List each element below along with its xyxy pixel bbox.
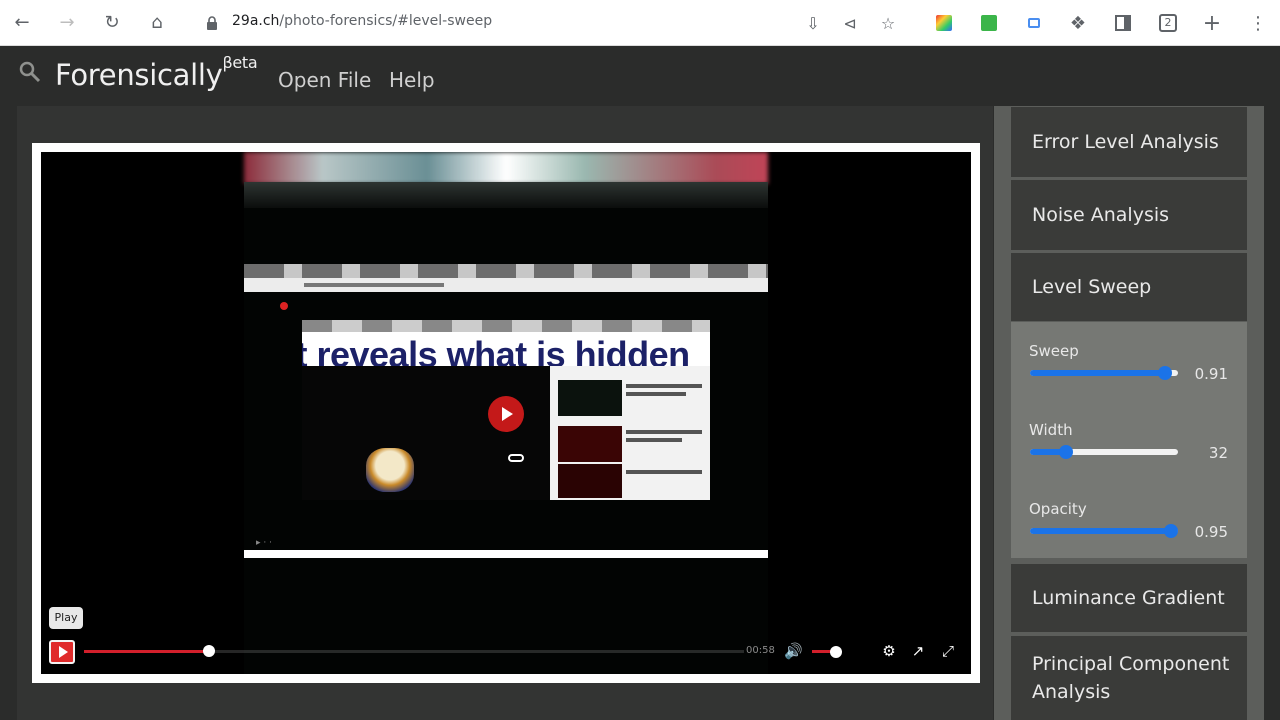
star-icon[interactable]: ☆ — [876, 11, 900, 35]
image-canvas[interactable]: nt reveals what is hidden ▸ · · — [41, 152, 971, 674]
sweep-slider[interactable] — [1030, 366, 1178, 380]
image-blob — [366, 448, 414, 492]
new-tab-icon[interactable]: + — [1200, 11, 1224, 36]
image-line — [626, 470, 702, 474]
url-path: /photo-forensics/#level-sweep — [279, 13, 493, 29]
back-icon[interactable]: ← — [10, 11, 34, 35]
lock-icon — [207, 16, 217, 30]
tab-count: 2 — [1159, 14, 1177, 32]
beta-label: βeta — [222, 53, 258, 73]
popout-icon[interactable]: ↗ — [908, 641, 928, 661]
tool-noise-analysis[interactable]: Noise Analysis — [1011, 180, 1247, 250]
tool-principal-component-analysis[interactable]: Principal Component Analysis — [1011, 636, 1247, 720]
extensions-puzzle-icon[interactable]: ❖ — [1066, 11, 1090, 35]
reload-icon[interactable]: ↻ — [100, 11, 124, 35]
sweep-value: 0.91 — [1194, 365, 1228, 383]
browser-toolbar: ← → ↻ ⌂ 29a.ch/photo-forensics/#level-sw… — [0, 0, 1280, 46]
play-tooltip: Play — [49, 607, 83, 629]
settings-gear-icon[interactable]: ⚙ — [879, 641, 899, 661]
image-white-bar — [244, 550, 768, 558]
sweep-label: Sweep — [1029, 342, 1079, 360]
width-label: Width — [1029, 421, 1073, 439]
image-line — [626, 384, 702, 388]
search-icon — [19, 61, 41, 83]
image-inner-tabs — [302, 320, 710, 332]
opacity-label: Opacity — [1029, 500, 1087, 518]
image-blur-band — [244, 152, 768, 184]
opacity-slider[interactable] — [1030, 524, 1178, 538]
side-panel-icon[interactable] — [1111, 11, 1135, 35]
time-display: 00:58 — [746, 645, 775, 656]
extension-green-icon[interactable] — [977, 11, 1001, 35]
tool-luminance-gradient[interactable]: Luminance Gradient — [1011, 564, 1247, 632]
exit-fullscreen-icon[interactable]: ⤢ — [938, 641, 958, 661]
image-url-bar — [244, 278, 768, 292]
progress-fill — [84, 650, 210, 653]
image-thumb — [558, 426, 622, 462]
opacity-slider-fill — [1030, 528, 1171, 534]
image-line — [626, 392, 686, 396]
play-button[interactable] — [49, 640, 75, 664]
image-inner-window: nt reveals what is hidden — [302, 320, 710, 500]
tool-level-sweep[interactable]: Level Sweep — [1011, 253, 1247, 321]
image-sidebar — [550, 366, 710, 500]
opacity-value: 0.95 — [1194, 523, 1228, 541]
home-icon[interactable]: ⌂ — [145, 11, 169, 35]
analyzed-image: nt reveals what is hidden ▸ · · — [244, 152, 768, 674]
image-play-icon — [488, 396, 524, 432]
url-domain: 29a.ch — [232, 13, 280, 29]
open-file-link[interactable]: Open File — [278, 68, 371, 92]
image-line — [626, 438, 682, 442]
progress-bar[interactable] — [84, 645, 744, 657]
tab-count-icon[interactable]: 2 — [1156, 11, 1180, 35]
sweep-slider-knob[interactable] — [1157, 366, 1172, 380]
menu-dots-icon[interactable]: ⋮ — [1246, 11, 1270, 35]
image-pill-icon — [508, 454, 524, 462]
width-slider-knob[interactable] — [1058, 445, 1073, 459]
app-title: Forensicallyβeta — [55, 53, 258, 92]
app-title-text: Forensically — [55, 58, 223, 92]
image-controls: ▸ · · — [256, 538, 272, 548]
volume-knob[interactable] — [830, 646, 842, 658]
opacity-slider-knob[interactable] — [1163, 524, 1178, 538]
share-icon[interactable]: ⊲ — [838, 11, 862, 35]
image-thumb — [558, 464, 622, 498]
sweep-slider-fill — [1030, 370, 1165, 376]
image-video-area — [302, 366, 550, 500]
width-value: 32 — [1208, 444, 1228, 462]
image-thumb — [558, 380, 622, 416]
image-tab-strip — [244, 264, 768, 278]
help-link[interactable]: Help — [389, 68, 435, 92]
forward-icon[interactable]: → — [55, 11, 79, 35]
install-icon[interactable]: ⇩ — [801, 11, 825, 35]
image-line — [626, 430, 702, 434]
volume-icon[interactable]: 🔊 — [784, 642, 804, 662]
tool-error-level-analysis[interactable]: Error Level Analysis — [1011, 107, 1247, 177]
address-bar[interactable]: 29a.ch/photo-forensics/#level-sweep — [232, 13, 492, 29]
width-slider[interactable] — [1030, 445, 1178, 459]
image-dark-band — [244, 182, 768, 208]
extension-colorful-icon[interactable] — [932, 11, 956, 35]
extension-blue-icon[interactable] — [1022, 11, 1046, 35]
image-red-dot — [280, 302, 288, 310]
